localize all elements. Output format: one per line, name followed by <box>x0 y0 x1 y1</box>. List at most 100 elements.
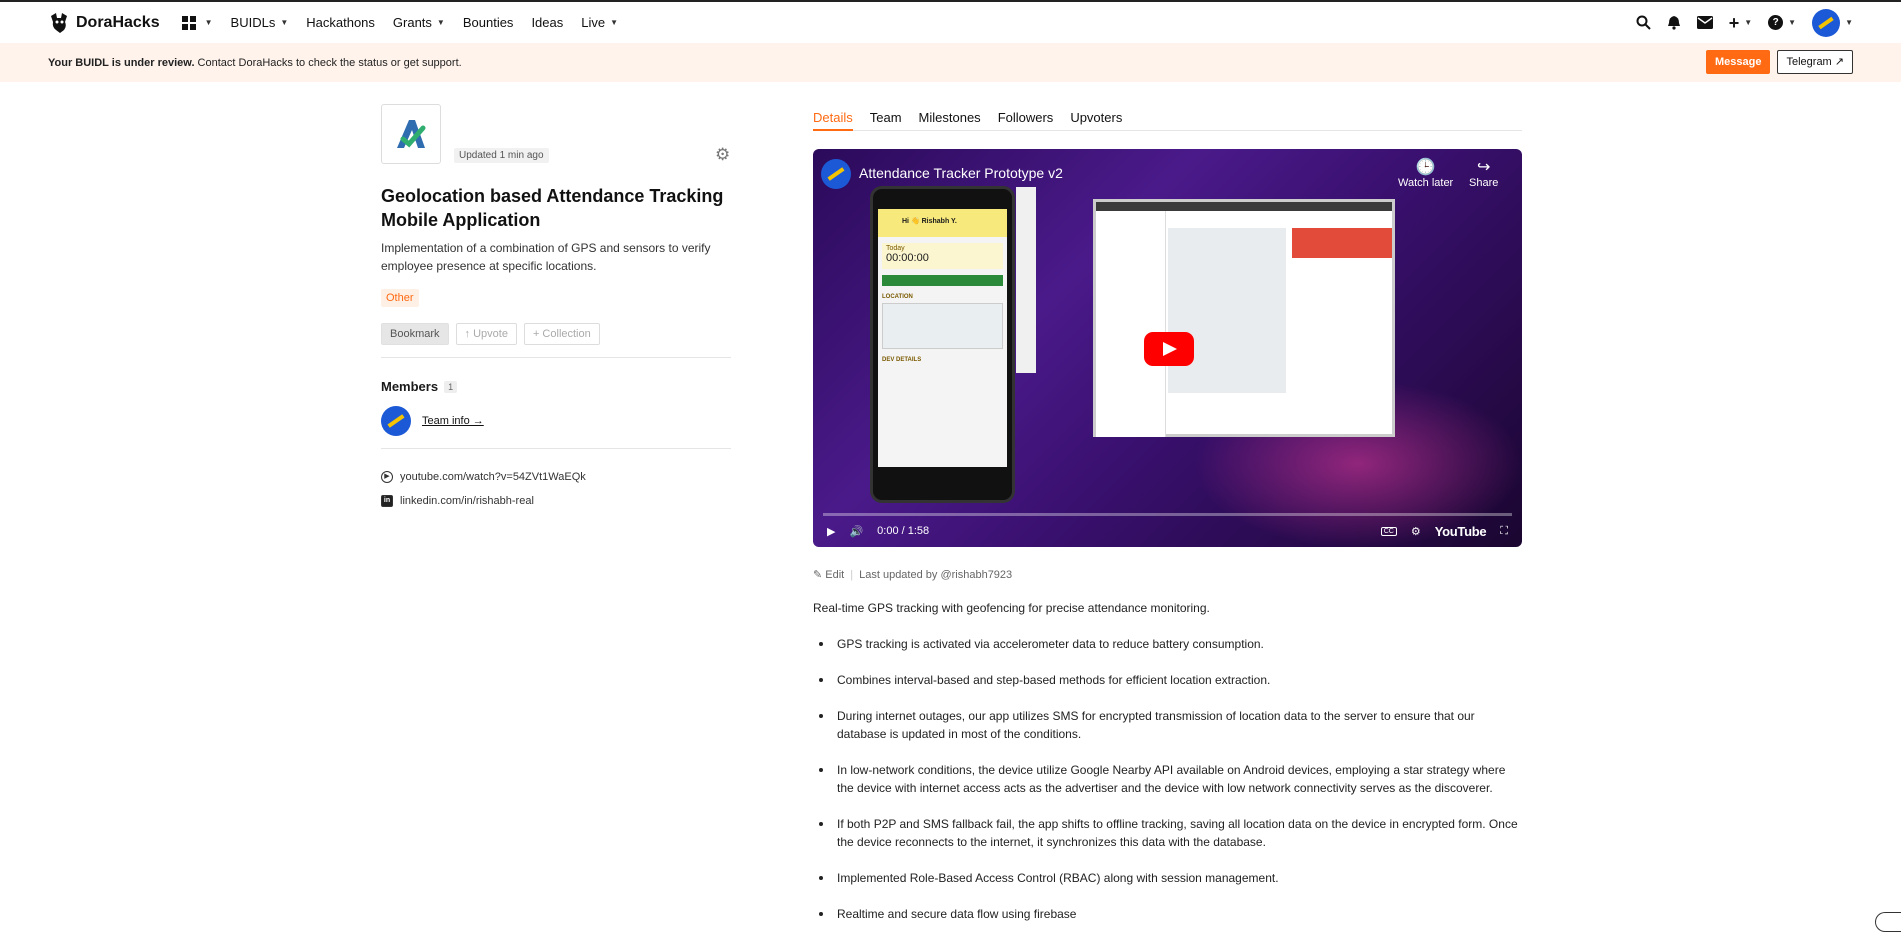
nav-live[interactable]: Live ▼ <box>581 15 618 30</box>
list-item: Realtime and secure data flow using fire… <box>813 905 1522 923</box>
project-description: Implementation of a combination of GPS a… <box>381 241 711 273</box>
mail-icon[interactable] <box>1696 16 1713 29</box>
project-sidebar: Updated 1 min ago ⚙ Geolocation based At… <box>381 104 731 513</box>
collection-button[interactable]: + Collection <box>523 323 600 345</box>
project-logo <box>381 104 441 164</box>
list-item: In low-network conditions, the device ut… <box>813 761 1522 797</box>
banner-actions: Message Telegram ↗ <box>1706 50 1853 74</box>
video-controls: ▶ 🔊 0:00 / 1:58 CC ⚙ YouTube ⛶ <box>827 521 1508 541</box>
video-time: 0:00 / 1:58 <box>877 525 930 537</box>
team-info-link[interactable]: Team info → <box>422 415 484 427</box>
video-title[interactable]: Attendance Tracker Prototype v2 <box>859 165 1063 181</box>
list-item: If both P2P and SMS fallback fail, the a… <box>813 815 1522 851</box>
nav-grants[interactable]: Grants ▼ <box>393 15 445 30</box>
list-item: During internet outages, our app utilize… <box>813 707 1522 743</box>
search-icon[interactable] <box>1636 15 1651 30</box>
captions-icon[interactable]: CC <box>1380 526 1397 536</box>
tab-milestones[interactable]: Milestones <box>919 104 981 131</box>
telegram-button[interactable]: Telegram ↗ <box>1777 50 1853 74</box>
volume-icon[interactable]: 🔊 <box>849 525 863 538</box>
top-nav: DoraHacks ▼ BUIDLs ▼ Hackathons Grants ▼ B… <box>0 2 1901 43</box>
phone-screen: Hi 👋 Rishabh Y. Today 00:00:00 LOCATION … <box>878 209 1007 467</box>
user-menu[interactable]: ▼ <box>1812 8 1853 37</box>
share-button[interactable]: ↪ Share <box>1469 159 1498 189</box>
bell-icon[interactable] <box>1667 15 1681 30</box>
tab-upvoters[interactable]: Upvoters <box>1070 104 1122 131</box>
emulator-toolbar <box>1016 187 1036 373</box>
phone-header: Hi 👋 Rishabh Y. <box>878 209 1007 237</box>
members-heading: Members 1 <box>381 379 731 394</box>
watch-later-button[interactable]: 🕒 Watch later <box>1398 159 1453 189</box>
help-menu[interactable]: ? ▼ <box>1768 15 1796 30</box>
chevron-down-icon: ▼ <box>280 18 289 27</box>
chevron-down-icon: ▼ <box>610 18 619 27</box>
chevron-down-icon: ▼ <box>204 18 213 27</box>
settings-icon[interactable]: ⚙ <box>1411 525 1421 538</box>
chevron-down-icon: ▼ <box>1788 18 1797 27</box>
create-menu[interactable]: + ▼ <box>1728 12 1753 33</box>
emulator-window <box>1093 199 1395 437</box>
project-logo-icon <box>397 120 426 148</box>
edit-link[interactable]: ✎ Edit <box>813 568 844 581</box>
list-item: Combines interval-based and step-based m… <box>813 671 1522 689</box>
youtube-logo[interactable]: YouTube <box>1435 524 1487 539</box>
help-icon: ? <box>1768 15 1784 30</box>
tab-details[interactable]: Details <box>813 104 853 131</box>
phone-checkin-bar <box>882 275 1003 286</box>
apps-menu[interactable]: ▼ <box>181 15 213 30</box>
channel-avatar[interactable] <box>821 159 851 189</box>
nav-ideas[interactable]: Ideas <box>531 15 563 30</box>
main-content: Details Team Milestones Followers Upvote… <box>813 104 1522 937</box>
emulator-map <box>1168 228 1286 393</box>
play-icon[interactable] <box>1144 332 1194 366</box>
category-tag[interactable]: Other <box>381 289 419 307</box>
clock-icon: 🕒 <box>1415 159 1436 176</box>
chevron-down-icon: ▼ <box>436 18 445 27</box>
divider <box>381 357 731 358</box>
message-button[interactable]: Message <box>1706 50 1771 74</box>
phone-today-card: Today 00:00:00 <box>882 243 1003 269</box>
member-item: Team info → <box>381 406 731 436</box>
youtube-link[interactable]: ▶ youtube.com/watch?v=54ZVt1WaEQk <box>381 465 731 489</box>
fullscreen-icon[interactable]: ⛶ <box>1500 525 1508 538</box>
divider <box>381 448 731 449</box>
nav-hackathons[interactable]: Hackathons <box>306 15 375 30</box>
members-count: 1 <box>444 380 458 393</box>
share-icon: ↪ <box>1476 159 1491 176</box>
video-player[interactable]: Attendance Tracker Prototype v2 🕒 Watch l… <box>813 149 1522 547</box>
chevron-down-icon: ▼ <box>1744 18 1753 27</box>
upvote-button[interactable]: ↑ Upvote <box>455 323 517 345</box>
main-nav: ▼ BUIDLs ▼ Hackathons Grants ▼ Bounties Id… <box>181 15 618 30</box>
bookmark-button[interactable]: Bookmark <box>381 323 449 345</box>
linkedin-link[interactable]: in linkedin.com/in/rishabh-real <box>381 489 731 513</box>
social-links: ▶ youtube.com/watch?v=54ZVt1WaEQk in lin… <box>381 465 731 513</box>
nav-buidls[interactable]: BUIDLs ▼ <box>231 15 289 30</box>
nav-bounties[interactable]: Bounties <box>463 15 514 30</box>
header-actions: + ▼ ? ▼ ▼ <box>1636 2 1853 43</box>
last-updated: Last updated by @rishabh7923 <box>859 568 1013 581</box>
emulator-sidebar <box>1096 211 1166 437</box>
project-actions: Bookmark ↑ Upvote + Collection <box>381 323 731 345</box>
tab-team[interactable]: Team <box>870 104 902 131</box>
floating-feedback-button[interactable] <box>1875 912 1901 932</box>
plus-icon: + <box>1728 12 1740 33</box>
pencil-icon: ✎ <box>813 569 823 581</box>
list-item: Implemented Role-Based Access Control (R… <box>813 869 1522 887</box>
tab-bar: Details Team Milestones Followers Upvote… <box>813 104 1522 131</box>
details-intro: Real-time GPS tracking with geofencing f… <box>813 601 1210 615</box>
dorahacks-logo-icon <box>51 12 67 33</box>
avatar[interactable] <box>381 406 411 436</box>
banner-text: Your BUIDL is under review. Contact Dora… <box>48 56 462 69</box>
apps-grid-icon <box>181 15 196 30</box>
tab-followers[interactable]: Followers <box>998 104 1054 131</box>
phone-mockup: Hi 👋 Rishabh Y. Today 00:00:00 LOCATION … <box>870 186 1015 503</box>
list-item: GPS tracking is activated via accelerome… <box>813 635 1522 653</box>
phone-map <box>882 303 1003 349</box>
brand-name: DoraHacks <box>76 13 160 31</box>
brand-logo[interactable]: DoraHacks <box>48 12 160 34</box>
gear-icon[interactable]: ⚙ <box>715 146 731 163</box>
play-button[interactable]: ▶ <box>827 525 835 538</box>
feature-list: GPS tracking is activated via accelerome… <box>813 635 1522 923</box>
video-progress-bar[interactable] <box>823 513 1512 516</box>
linkedin-icon: in <box>381 495 393 507</box>
